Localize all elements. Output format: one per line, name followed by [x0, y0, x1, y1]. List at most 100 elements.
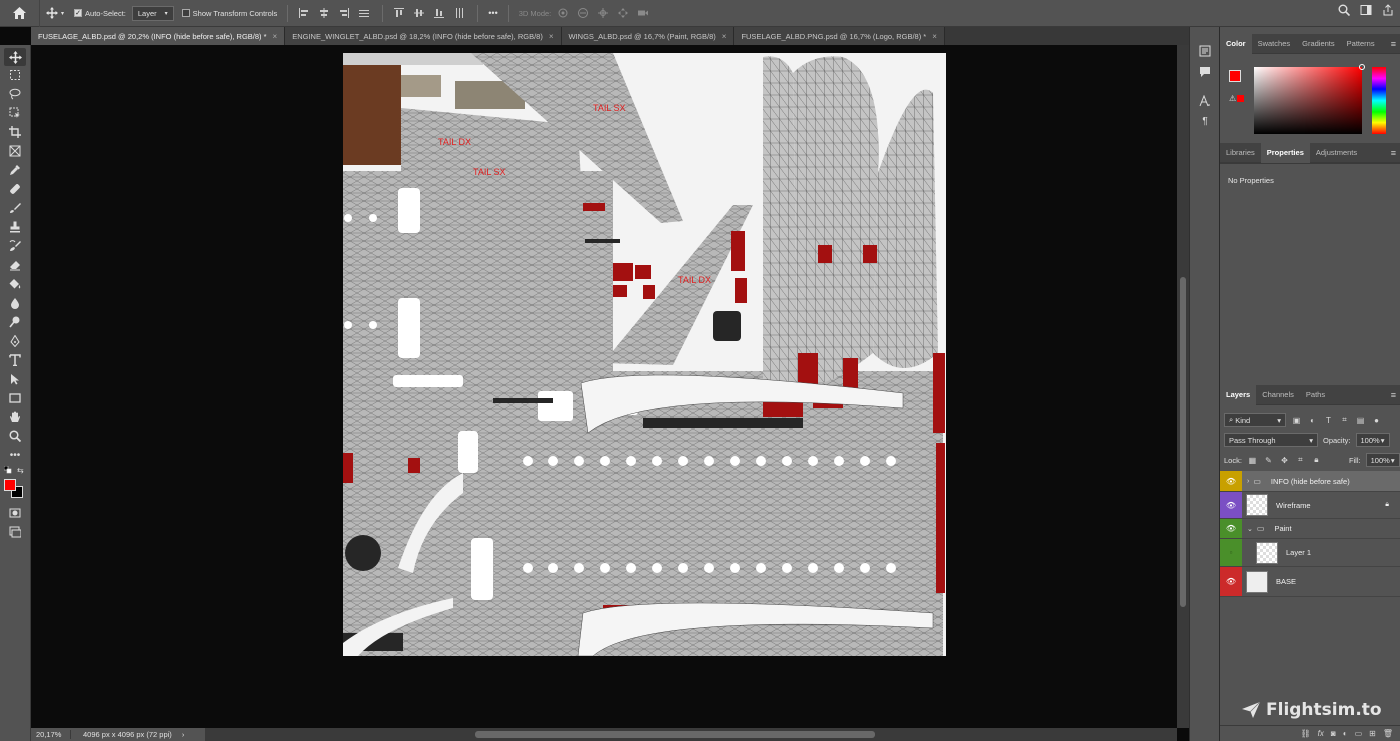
- layer-row-base[interactable]: 👁︎ BASE: [1220, 567, 1400, 597]
- 3d-slide-button[interactable]: [615, 5, 631, 21]
- tab-patterns[interactable]: Patterns: [1341, 34, 1381, 54]
- auto-select-checkbox[interactable]: ✓ Auto-Select:: [74, 9, 126, 18]
- move-tool-preset[interactable]: ▾: [46, 7, 64, 19]
- more-options-button[interactable]: •••: [488, 8, 497, 18]
- layer-row-wireframe[interactable]: 👁︎ Wireframe 🔒︎: [1220, 492, 1400, 519]
- zoom-tool[interactable]: [4, 427, 26, 445]
- share-button[interactable]: [1382, 4, 1394, 18]
- pixel-filter-icon[interactable]: ▣: [1291, 415, 1302, 426]
- close-icon[interactable]: ×: [932, 32, 937, 41]
- path-select-tool[interactable]: [4, 370, 26, 388]
- close-icon[interactable]: ×: [722, 32, 727, 41]
- lasso-tool[interactable]: [4, 85, 26, 103]
- home-button[interactable]: [0, 0, 40, 27]
- new-layer-icon[interactable]: ⊞: [1369, 729, 1376, 738]
- blend-mode-dropdown[interactable]: Pass Through ▾: [1224, 433, 1318, 447]
- history-panel-button[interactable]: [1197, 43, 1213, 59]
- fill-field[interactable]: 100% ▾: [1365, 453, 1400, 467]
- swap-colors-icon[interactable]: ⇆: [17, 466, 24, 475]
- color-spectrum-field[interactable]: [1254, 64, 1365, 134]
- layer-row-info[interactable]: 👁︎ › ▭ INFO (hide before safe): [1220, 471, 1400, 492]
- align-horizontal-centers-button[interactable]: [316, 5, 332, 21]
- distribute-button[interactable]: [356, 5, 372, 21]
- tab-layers[interactable]: Layers: [1220, 384, 1257, 405]
- tab-gradients[interactable]: Gradients: [1296, 34, 1341, 54]
- new-group-icon[interactable]: ▭: [1355, 729, 1363, 738]
- type-filter-icon[interactable]: T: [1323, 415, 1334, 426]
- tab-color[interactable]: Color: [1220, 33, 1252, 54]
- layer-row-paint[interactable]: 👁︎ ⌄ ▭ Paint: [1220, 519, 1400, 539]
- brush-tool[interactable]: [4, 199, 26, 217]
- hue-slider[interactable]: [1372, 67, 1386, 134]
- tab-paths[interactable]: Paths: [1300, 385, 1331, 405]
- close-icon[interactable]: ×: [549, 32, 554, 41]
- workspace-button[interactable]: [1360, 4, 1372, 18]
- auto-select-target-dropdown[interactable]: Layer ▾: [131, 5, 174, 21]
- align-right-edges-button[interactable]: [336, 5, 352, 21]
- align-vertical-centers-button[interactable]: [411, 5, 427, 21]
- history-brush-tool[interactable]: [4, 237, 26, 255]
- add-mask-icon[interactable]: ◙: [1331, 729, 1336, 738]
- 3d-orbit-button[interactable]: [555, 5, 571, 21]
- tab-properties[interactable]: Properties: [1260, 142, 1310, 163]
- document-info[interactable]: 4096 px x 4096 px (72 ppi) ›: [71, 730, 184, 739]
- horizontal-scrollbar[interactable]: [205, 728, 1177, 741]
- align-top-edges-button[interactable]: [391, 5, 407, 21]
- panel-menu-icon[interactable]: ≡: [1391, 148, 1396, 158]
- zoom-level-field[interactable]: 20,17%: [31, 730, 71, 739]
- tab-libraries[interactable]: Libraries: [1220, 143, 1261, 163]
- warning-icon[interactable]: ⚠: [1229, 94, 1245, 103]
- 3d-roll-button[interactable]: [575, 5, 591, 21]
- tab-fuselage-albd-png[interactable]: FUSELAGE_ALBD.PNG.psd @ 16,7% (Logo, RGB…: [734, 27, 945, 45]
- paint-bucket-tool[interactable]: [4, 275, 26, 293]
- lock-artboard-icon[interactable]: ⌗: [1295, 455, 1306, 466]
- frame-tool[interactable]: [4, 142, 26, 160]
- type-tool[interactable]: [4, 351, 26, 369]
- more-tools-button[interactable]: •••: [4, 446, 26, 464]
- default-colors-icon[interactable]: [3, 465, 12, 474]
- lock-transparent-pixels-icon[interactable]: ▦: [1247, 455, 1258, 466]
- layer-row-layer-1[interactable]: ▫ Layer 1: [1220, 539, 1400, 567]
- panel-menu-icon[interactable]: ≡: [1391, 39, 1396, 49]
- visibility-toggle[interactable]: 👁︎: [1220, 567, 1242, 596]
- tab-wings-albd[interactable]: WINGS_ALBD.psd @ 16,7% (Paint, RGB/8) ×: [561, 27, 735, 45]
- filter-toggle-icon[interactable]: ●: [1371, 415, 1382, 426]
- 3d-pan-button[interactable]: [595, 5, 611, 21]
- canvas-area[interactable]: TAIL SX TAIL DX TAIL SX TAIL DX: [31, 45, 1177, 728]
- hand-tool[interactable]: [4, 408, 26, 426]
- fx-icon[interactable]: fx: [1318, 729, 1324, 738]
- lock-position-icon[interactable]: ✥: [1279, 455, 1290, 466]
- adjustment-layer-icon[interactable]: ◐: [1343, 729, 1348, 738]
- tab-engine-winglet-albd[interactable]: ENGINE_WINGLET_ALBD.psd @ 18,2% (INFO (h…: [285, 27, 562, 45]
- layer-kind-filter-dropdown[interactable]: ⌕ Kind ▾: [1224, 413, 1286, 427]
- marquee-tool[interactable]: [4, 66, 26, 84]
- screen-mode-button[interactable]: [4, 523, 26, 541]
- scroll-thumb[interactable]: [1180, 277, 1186, 607]
- visibility-toggle[interactable]: 👁︎: [1220, 471, 1242, 491]
- close-icon[interactable]: ×: [273, 32, 278, 41]
- tab-adjustments[interactable]: Adjustments: [1310, 143, 1363, 163]
- opacity-field[interactable]: 100% ▾: [1355, 433, 1390, 447]
- pen-tool[interactable]: [4, 332, 26, 350]
- chevron-right-icon[interactable]: ›: [1247, 478, 1249, 485]
- adjustment-filter-icon[interactable]: ◐: [1307, 415, 1318, 426]
- 3d-camera-button[interactable]: [635, 5, 651, 21]
- visibility-toggle[interactable]: 👁︎: [1220, 492, 1242, 518]
- eyedropper-tool[interactable]: [4, 161, 26, 179]
- quick-mask-button[interactable]: [4, 504, 26, 522]
- color-picker-handle[interactable]: [1359, 64, 1365, 70]
- tab-swatches[interactable]: Swatches: [1252, 34, 1297, 54]
- crop-tool[interactable]: [4, 123, 26, 141]
- eraser-tool[interactable]: [4, 256, 26, 274]
- object-select-tool[interactable]: [4, 104, 26, 122]
- character-panel-button[interactable]: [1197, 93, 1213, 109]
- show-transform-controls-checkbox[interactable]: Show Transform Controls: [181, 9, 277, 18]
- lock-image-pixels-icon[interactable]: ✎: [1263, 455, 1274, 466]
- rectangle-tool[interactable]: [4, 389, 26, 407]
- blur-tool[interactable]: [4, 294, 26, 312]
- link-layers-icon[interactable]: ⛓︎: [1301, 729, 1311, 738]
- delete-layer-icon[interactable]: 🗑︎: [1383, 729, 1393, 738]
- smart-object-filter-icon[interactable]: ▤: [1355, 415, 1366, 426]
- align-left-edges-button[interactable]: [296, 5, 312, 21]
- tab-channels[interactable]: Channels: [1256, 385, 1300, 405]
